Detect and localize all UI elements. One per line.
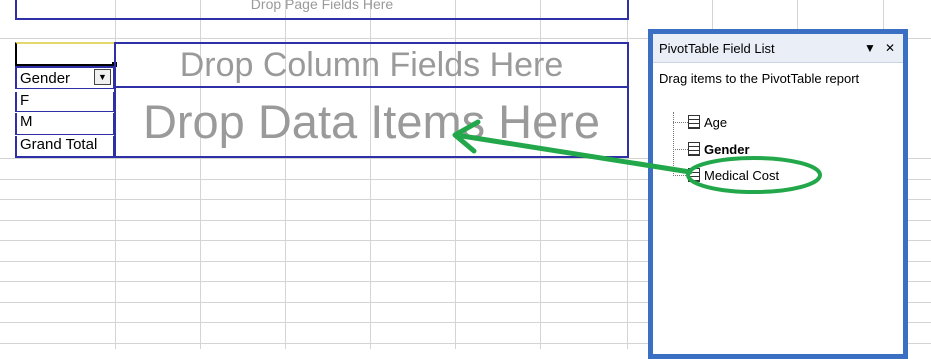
data-items-drop-label: Drop Data Items Here (142, 95, 601, 148)
row-field-label: Gender (20, 70, 71, 87)
page-fields-drop-zone[interactable]: Drop Page Fields Here (15, 0, 629, 20)
column-fields-drop-zone[interactable]: Drop Column Fields Here (114, 42, 629, 88)
close-icon[interactable]: ✕ (883, 41, 897, 55)
field-item-medical-cost[interactable]: Medical Cost (688, 165, 779, 185)
field-list-title: PivotTable Field List (659, 40, 775, 56)
row-item-grand-total[interactable]: Grand Total (15, 136, 115, 158)
data-items-drop-zone[interactable]: Drop Data Items Here (114, 86, 629, 158)
page-fields-drop-label: Drop Page Fields Here (250, 0, 394, 12)
field-list-icon (688, 115, 700, 129)
dropdown-arrow-icon[interactable]: ▼ (94, 69, 111, 85)
row-item-m[interactable]: M (15, 113, 115, 135)
field-list-icon (688, 142, 700, 156)
field-tree: Age Gender Medical Cost (653, 112, 903, 354)
tree-connector (673, 149, 688, 150)
panel-menu-icon[interactable]: ▼ (863, 41, 877, 55)
field-item-age[interactable]: Age (688, 112, 727, 132)
active-cell[interactable] (15, 42, 116, 66)
field-item-gender[interactable]: Gender (688, 139, 750, 159)
row-item-f[interactable]: F (15, 92, 115, 112)
tree-connector (673, 175, 688, 176)
pivottable-field-list-panel: PivotTable Field List ▼ ✕ Drag items to … (648, 29, 908, 359)
field-list-instruction: Drag items to the PivotTable report (659, 71, 860, 86)
tree-trunk (673, 112, 674, 176)
field-list-body: PivotTable Field List ▼ ✕ Drag items to … (653, 34, 903, 354)
field-list-header: PivotTable Field List ▼ ✕ (653, 34, 903, 63)
tree-connector (673, 122, 688, 123)
column-fields-drop-label: Drop Column Fields Here (179, 46, 564, 84)
field-list-icon (688, 168, 700, 182)
